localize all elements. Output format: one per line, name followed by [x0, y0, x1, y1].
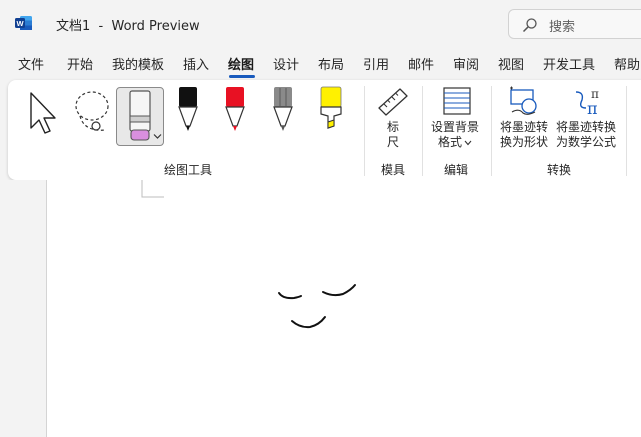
select-tool-arrow-icon[interactable] [26, 90, 60, 134]
gray-pencil-icon[interactable] [271, 86, 295, 134]
format-background-icon [443, 87, 471, 115]
search-placeholder: 搜索 [549, 20, 576, 35]
title-separator: - [98, 19, 104, 34]
ink-drawing[interactable] [47, 180, 641, 437]
yellow-highlighter-icon[interactable] [318, 86, 344, 134]
margin-corner-mark [141, 180, 164, 198]
ink-to-shape-button[interactable]: 将墨迹转 换为形状 [496, 84, 552, 154]
ink-stroke-left-eye [278, 292, 302, 300]
search-icon [522, 18, 537, 33]
document-area [0, 180, 641, 437]
ink-to-math-label-2: 为数学公式 [556, 135, 617, 149]
tab-layout[interactable]: 布局 [318, 54, 344, 73]
tab-home[interactable]: 开始 [67, 54, 93, 73]
format-background-label-2: 格式 [438, 135, 472, 150]
ink-to-shape-icon [510, 86, 537, 115]
tab-draw[interactable]: 绘图 [228, 54, 254, 73]
word-logo-icon: W [15, 16, 32, 30]
group-divider [422, 86, 423, 176]
format-background-label-text: 格式 [438, 135, 463, 149]
eraser-icon [129, 90, 151, 141]
tab-references[interactable]: 引用 [363, 54, 389, 73]
group-divider [491, 86, 492, 176]
ink-to-math-button[interactable]: π π 将墨迹转换 为数学公式 [554, 84, 620, 154]
search-box[interactable]: 搜索 [508, 9, 641, 39]
tab-developer[interactable]: 开发工具 [543, 54, 595, 73]
ink-to-math-icon: π π [575, 87, 599, 116]
stencils-group-label: 模具 [381, 163, 406, 177]
convert-group-label: 转换 [547, 163, 572, 177]
group-divider [626, 86, 627, 176]
ruler-label-2: 尺 [387, 135, 400, 149]
tab-file[interactable]: 文件 [18, 54, 44, 73]
format-background-button[interactable]: 设置背景 格式 [427, 84, 487, 154]
red-pen-icon[interactable] [223, 86, 247, 134]
tab-view[interactable]: 视图 [498, 54, 524, 73]
ink-to-shape-label-2: 换为形状 [500, 135, 549, 149]
tab-insert[interactable]: 插入 [183, 54, 209, 73]
ribbon-panel: 绘图工具 标 尺 模具 设置背景 格式 编辑 将墨迹转 换为形状 π π 将墨迹… [8, 80, 641, 180]
eraser-tool-button[interactable] [116, 87, 164, 146]
svg-text:π: π [587, 99, 598, 116]
ruler-button[interactable]: 标 尺 [370, 84, 416, 154]
lasso-select-icon[interactable] [70, 88, 114, 136]
ruler-icon [378, 88, 408, 116]
ruler-label-1: 标 [387, 120, 400, 134]
window-title: 文档1 - Word Preview [56, 15, 200, 34]
drawing-tools-group-label: 绘图工具 [164, 163, 213, 177]
tab-my-templates[interactable]: 我的模板 [112, 54, 164, 73]
tab-mailings[interactable]: 邮件 [408, 54, 434, 73]
ink-stroke-right-eye [322, 284, 356, 297]
edit-group-label: 编辑 [444, 163, 469, 177]
ink-stroke-mouth [291, 316, 326, 329]
active-tab-indicator [229, 75, 255, 78]
tab-review[interactable]: 审阅 [453, 54, 479, 73]
tab-design[interactable]: 设计 [273, 54, 299, 73]
group-divider [364, 86, 365, 176]
black-pen-icon[interactable] [176, 86, 200, 134]
title-bar: W 文档1 - Word Preview 搜索 [0, 0, 641, 46]
chevron-down-icon [464, 140, 472, 146]
document-name: 文档1 [56, 19, 91, 34]
ink-to-math-label-1: 将墨迹转换 [556, 120, 617, 134]
svg-text:W: W [16, 19, 24, 28]
tab-help[interactable]: 帮助 [614, 54, 640, 73]
chevron-down-icon[interactable] [153, 133, 162, 140]
format-background-label-1: 设置背景 [431, 120, 480, 134]
ink-to-shape-label-1: 将墨迹转 [500, 120, 549, 134]
ribbon-tabs: 文件 开始 我的模板 插入 绘图 设计 布局 引用 邮件 审阅 视图 开发工具 … [0, 46, 641, 78]
document-page[interactable] [46, 180, 641, 437]
app-name: Word Preview [111, 19, 200, 34]
